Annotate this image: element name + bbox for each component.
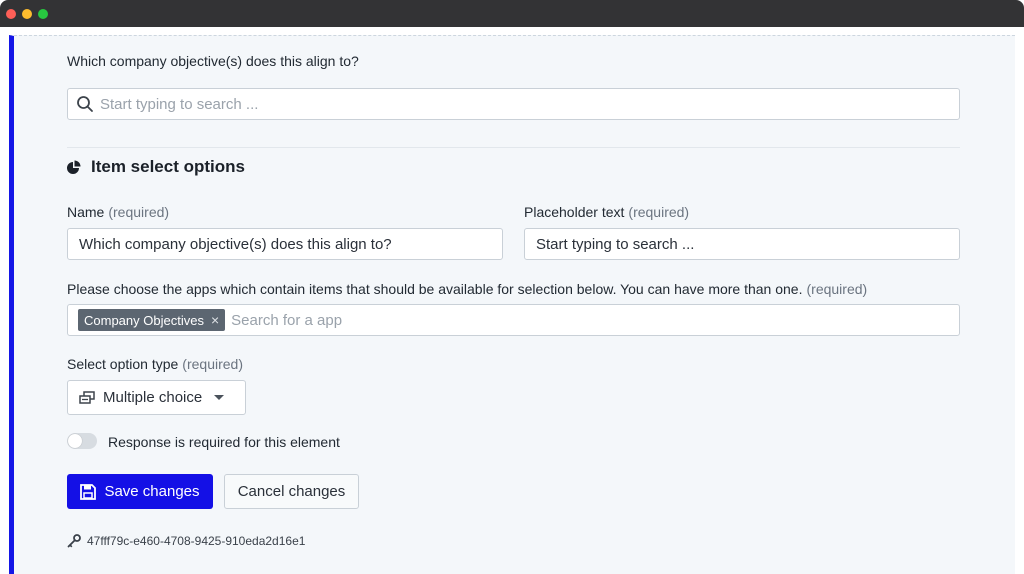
- objective-search-input[interactable]: Start typing to search ...: [67, 88, 960, 120]
- apps-select-input[interactable]: Company Objectives × Search for a app: [67, 304, 960, 336]
- element-editor-panel: Which company objective(s) does this ali…: [9, 35, 1015, 574]
- name-label-text: Name: [67, 204, 105, 220]
- maximize-window-button[interactable]: [38, 9, 48, 19]
- name-required-note: (required): [108, 204, 170, 220]
- response-required-toggle[interactable]: [67, 433, 97, 449]
- search-icon: [77, 96, 93, 112]
- remove-chip-icon[interactable]: ×: [211, 312, 219, 328]
- apps-field-label: Please choose the apps which contain ite…: [67, 281, 867, 297]
- floppy-disk-icon: [80, 483, 97, 500]
- app-chip-label: Company Objectives: [84, 312, 204, 328]
- objective-question-label: Which company objective(s) does this ali…: [67, 53, 359, 69]
- section-title-text: Item select options: [91, 157, 245, 176]
- toggle-knob: [68, 434, 82, 448]
- option-type-dropdown[interactable]: Multiple choice: [67, 380, 246, 415]
- close-window-button[interactable]: [6, 9, 16, 19]
- placeholder-required-note: (required): [628, 204, 690, 220]
- option-type-selected: Multiple choice: [103, 389, 203, 406]
- element-id-value: 47fff79c-e460-4708-9425-910eda2d16e1: [87, 534, 306, 548]
- window-titlebar: [0, 0, 1024, 27]
- minimize-window-button[interactable]: [22, 9, 32, 19]
- app-window: Which company objective(s) does this ali…: [0, 0, 1024, 574]
- cancel-changes-label: Cancel changes: [237, 483, 346, 500]
- option-type-label-text: Select option type: [67, 356, 179, 372]
- option-type-required-note: (required): [182, 356, 243, 372]
- cancel-changes-button[interactable]: Cancel changes: [224, 474, 359, 509]
- objective-search-placeholder: Start typing to search ...: [100, 95, 259, 113]
- option-type-label: Select option type (required): [67, 356, 243, 372]
- placeholder-label-text: Placeholder text: [524, 204, 625, 220]
- apps-required-note: (required): [806, 281, 868, 297]
- name-field-label: Name (required): [67, 204, 169, 220]
- name-input-value: Which company objective(s) does this ali…: [79, 235, 392, 253]
- save-changes-label: Save changes: [104, 483, 200, 500]
- chevron-down-icon: [214, 395, 225, 400]
- apps-label-text: Please choose the apps which contain ite…: [67, 281, 803, 297]
- section-divider: [67, 147, 960, 148]
- placeholder-input[interactable]: Start typing to search ...: [524, 228, 960, 260]
- section-title: Item select options: [67, 157, 245, 177]
- pie-chart-icon: [67, 160, 81, 174]
- multiple-choice-icon: [79, 390, 95, 404]
- response-required-label: Response is required for this element: [108, 434, 340, 450]
- placeholder-input-value: Start typing to search ...: [536, 235, 695, 253]
- app-chip-company-objectives: Company Objectives ×: [78, 309, 226, 331]
- placeholder-field-label: Placeholder text (required): [524, 204, 689, 220]
- key-icon: [67, 534, 81, 548]
- element-id-row: 47fff79c-e460-4708-9425-910eda2d16e1: [67, 534, 305, 548]
- name-input[interactable]: Which company objective(s) does this ali…: [67, 228, 503, 260]
- save-changes-button[interactable]: Save changes: [67, 474, 213, 509]
- apps-search-placeholder: Search for a app: [231, 311, 343, 329]
